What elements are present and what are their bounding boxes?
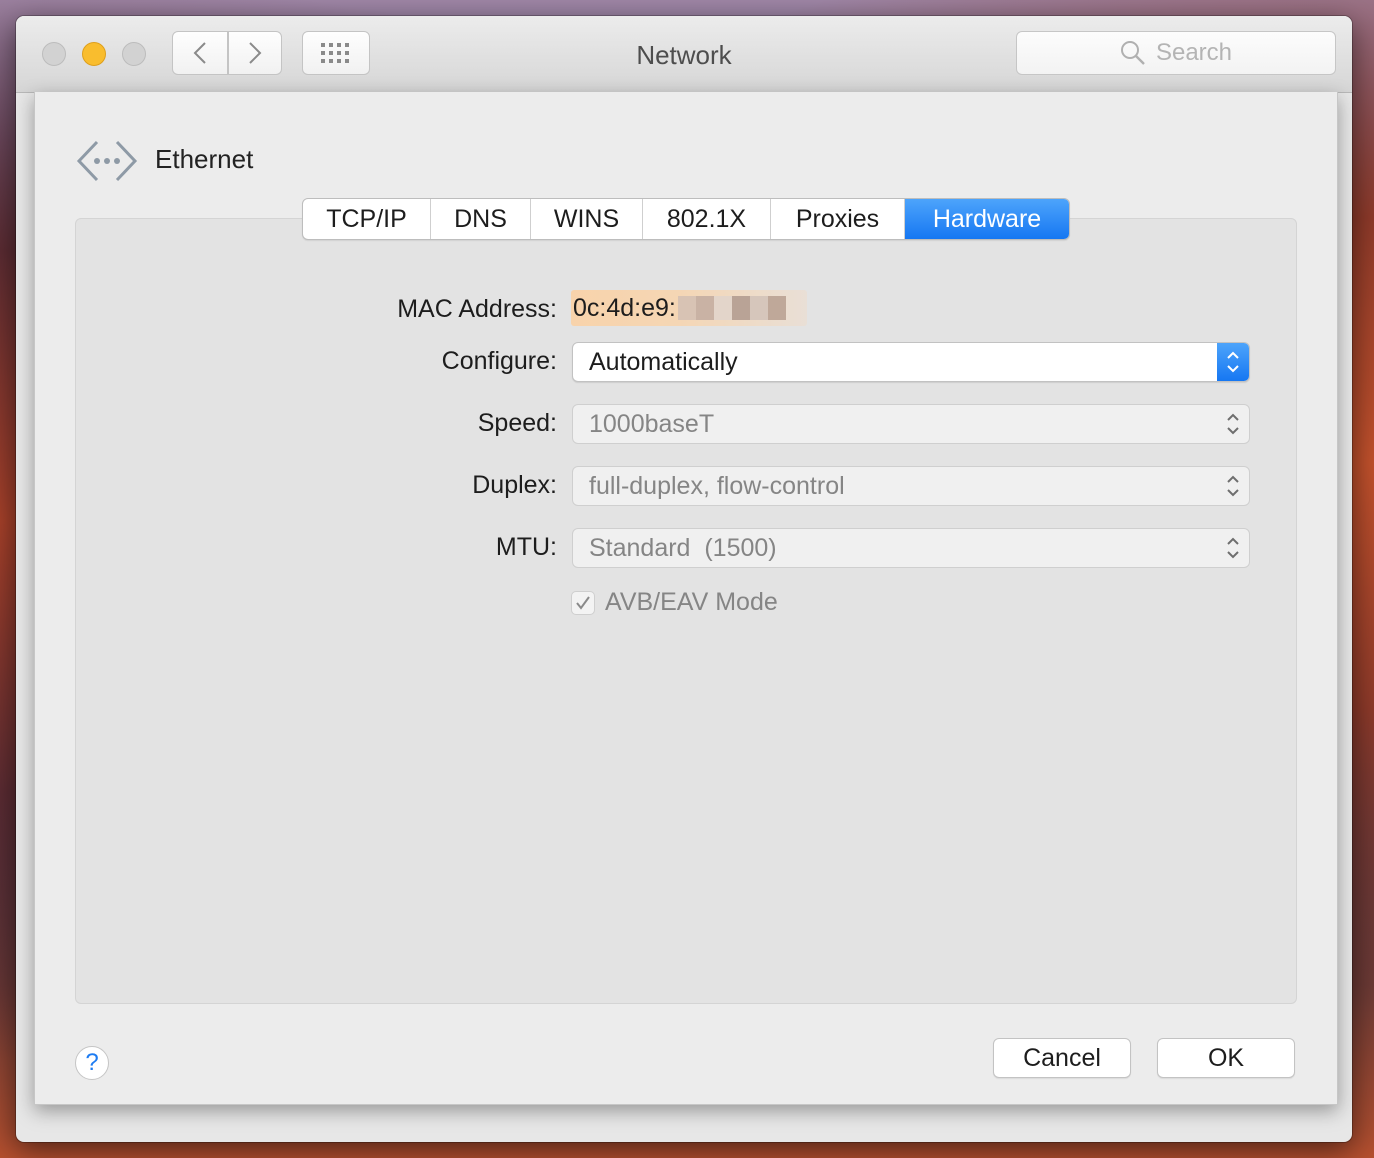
ethernet-icon xyxy=(76,140,138,182)
search-icon xyxy=(1120,41,1145,65)
avb-eav-label: AVB/EAV Mode xyxy=(605,588,778,616)
mac-address-value: 0c:4d:e9: xyxy=(571,290,807,326)
interface-name: Ethernet xyxy=(155,144,254,174)
mac-address-text: 0c:4d:e9: xyxy=(573,293,676,322)
checkmark-icon xyxy=(576,595,590,610)
title-bar: Network Search xyxy=(16,16,1352,93)
tab-wins[interactable]: WINS xyxy=(531,199,643,239)
advanced-settings-sheet: Ethernet TCP/IP DNS WINS 802.1X Proxies … xyxy=(34,92,1338,1105)
configure-popup[interactable]: Automatically xyxy=(572,342,1250,382)
help-button[interactable]: ? xyxy=(75,1046,109,1080)
speed-value: 1000baseT xyxy=(589,409,715,438)
configure-label: Configure: xyxy=(441,347,557,375)
mtu-popup[interactable]: Standard (1500) xyxy=(572,528,1250,568)
popup-arrows-icon xyxy=(1217,467,1249,505)
mtu-value: Standard (1500) xyxy=(589,533,777,562)
avb-eav-checkbox[interactable] xyxy=(571,590,595,615)
popup-arrows-icon xyxy=(1217,343,1249,381)
cancel-button[interactable]: Cancel xyxy=(993,1038,1131,1078)
settings-tabs: TCP/IP DNS WINS 802.1X Proxies Hardware xyxy=(302,198,1070,240)
duplex-label: Duplex: xyxy=(472,471,557,499)
tab-8021x[interactable]: 802.1X xyxy=(643,199,771,239)
tab-dns[interactable]: DNS xyxy=(431,199,531,239)
popup-arrows-icon xyxy=(1217,405,1249,443)
duplex-value: full-duplex, flow-control xyxy=(589,471,845,500)
search-field[interactable]: Search xyxy=(1016,31,1336,75)
speed-label: Speed: xyxy=(477,409,557,437)
avb-eav-row: AVB/EAV Mode xyxy=(571,588,778,617)
tab-proxies[interactable]: Proxies xyxy=(771,199,905,239)
search-placeholder: Search xyxy=(1155,39,1233,66)
duplex-popup[interactable]: full-duplex, flow-control xyxy=(572,466,1250,506)
mtu-label: MTU: xyxy=(495,533,557,561)
tab-hardware[interactable]: Hardware xyxy=(905,199,1069,239)
configure-value: Automatically xyxy=(589,347,738,376)
popup-arrows-icon xyxy=(1217,529,1249,567)
mac-redaction-mosaic xyxy=(677,296,786,320)
mac-address-label: MAC Address: xyxy=(397,295,557,323)
speed-popup[interactable]: 1000baseT xyxy=(572,404,1250,444)
ok-button[interactable]: OK xyxy=(1157,1038,1295,1078)
tab-tcpip[interactable]: TCP/IP xyxy=(303,199,431,239)
network-preferences-window: Network Search Ethernet TCP/IP DNS WINS … xyxy=(16,16,1352,1142)
